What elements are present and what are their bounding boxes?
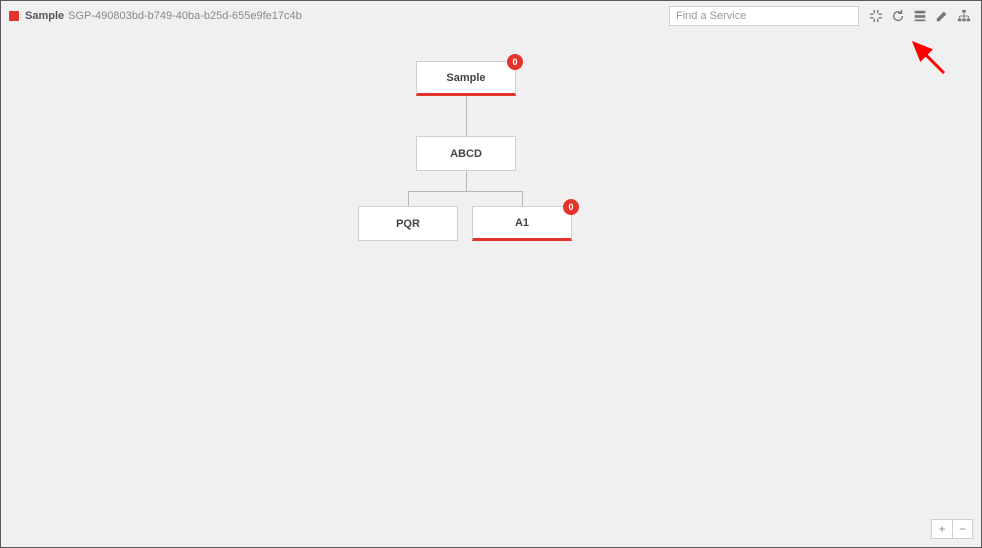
- node-abcd[interactable]: ABCD: [416, 136, 516, 171]
- status-badge: 0: [507, 54, 523, 70]
- app-square-icon: [9, 11, 19, 21]
- node-label: ABCD: [450, 148, 482, 160]
- zoom-in-button[interactable]: +: [932, 520, 952, 538]
- connector-line: [466, 96, 467, 136]
- connector-line: [522, 191, 523, 206]
- connector-line: [408, 191, 522, 192]
- annotation-arrow: [904, 37, 949, 82]
- zoom-out-button[interactable]: −: [952, 520, 972, 538]
- node-a1[interactable]: A1 0: [472, 206, 572, 241]
- zoom-control: + −: [931, 519, 973, 539]
- node-pqr[interactable]: PQR: [358, 206, 458, 241]
- app-frame: Sample SGP-490803bd-b749-40ba-b25d-655e9…: [0, 0, 982, 548]
- page-title: Sample: [25, 10, 64, 22]
- connector-line: [408, 191, 409, 206]
- refresh-icon[interactable]: [887, 5, 909, 27]
- diagram-canvas[interactable]: Sample 0 ABCD PQR A1 0: [1, 31, 981, 547]
- toolbar: [865, 1, 975, 31]
- node-label: PQR: [396, 218, 420, 230]
- tree-icon[interactable]: [953, 5, 975, 27]
- connector-line: [466, 171, 467, 191]
- page-id: SGP-490803bd-b749-40ba-b25d-655e9fe17c4b: [68, 10, 302, 22]
- search-input[interactable]: [669, 6, 859, 26]
- node-label: Sample: [446, 72, 485, 84]
- node-label: A1: [515, 217, 529, 229]
- collapse-icon[interactable]: [865, 5, 887, 27]
- header-bar: Sample SGP-490803bd-b749-40ba-b25d-655e9…: [1, 1, 981, 31]
- node-sample[interactable]: Sample 0: [416, 61, 516, 96]
- edit-icon[interactable]: [931, 5, 953, 27]
- layout-icon[interactable]: [909, 5, 931, 27]
- status-badge: 0: [563, 199, 579, 215]
